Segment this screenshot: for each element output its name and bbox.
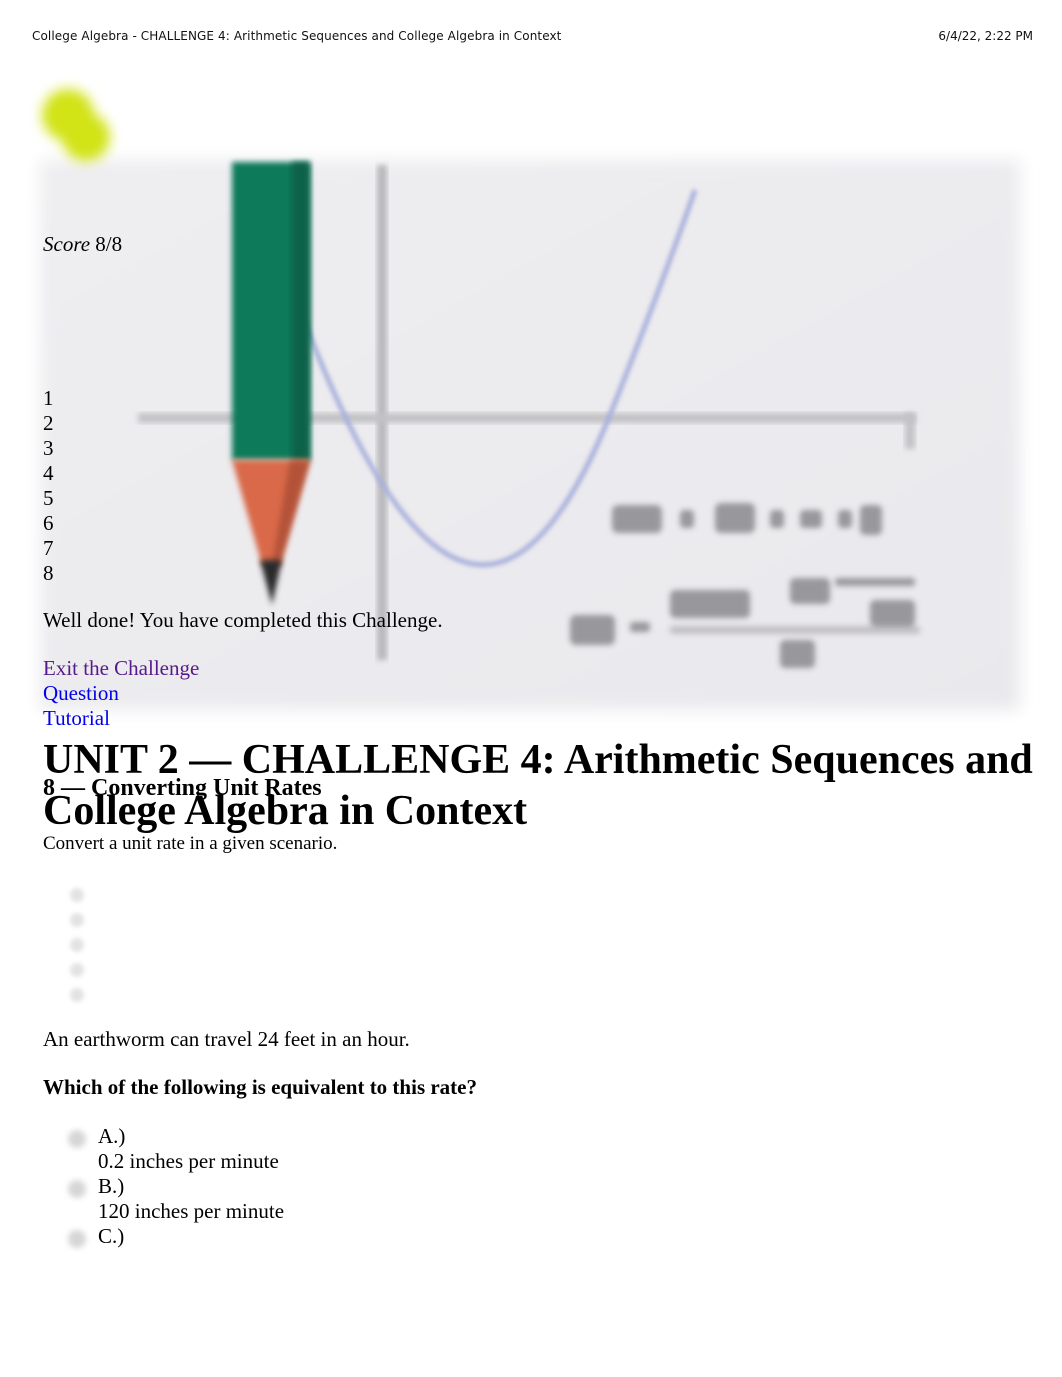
question-number-4[interactable]: 4: [43, 461, 54, 486]
logo-blob-icon: [42, 89, 110, 161]
radio-button[interactable]: [68, 1230, 86, 1248]
option-text: 120 inches per minute: [98, 1199, 285, 1223]
radio-button[interactable]: [68, 1180, 86, 1198]
graph-y-axis: [377, 165, 387, 660]
radio-button[interactable]: [68, 1130, 86, 1148]
progress-dot: [70, 963, 84, 977]
score: Score 8/8: [43, 232, 122, 257]
background-illustration-svg: [40, 89, 1020, 710]
graph-x-axis-end-tick: [905, 413, 915, 449]
score-label: Score: [43, 232, 91, 256]
answer-options: A.) 0.2 inches per minute B.) 120 inches…: [68, 1124, 284, 1249]
question-prompt: Which of the following is equivalent to …: [43, 1075, 477, 1099]
question-number-3[interactable]: 3: [43, 436, 54, 461]
progress-dot: [70, 913, 84, 927]
question-number-2[interactable]: 2: [43, 411, 54, 436]
progress-dot: [70, 888, 84, 902]
question-number-6[interactable]: 6: [43, 511, 54, 536]
option-letter: C.): [98, 1224, 125, 1248]
answer-option-a[interactable]: A.) 0.2 inches per minute: [68, 1124, 284, 1174]
score-value: 8/8: [95, 232, 123, 256]
question-number-5[interactable]: 5: [43, 486, 54, 511]
question-number-8[interactable]: 8: [43, 561, 54, 586]
option-text: 0.2 inches per minute: [98, 1149, 279, 1173]
option-letter: B.): [98, 1174, 125, 1198]
answer-option-c[interactable]: C.): [68, 1224, 284, 1249]
progress-dot: [70, 988, 84, 1002]
option-letter: A.): [98, 1124, 126, 1148]
completion-message: Well done! You have completed this Chall…: [43, 608, 443, 632]
question-link[interactable]: Question: [43, 681, 199, 706]
question-number-7[interactable]: 7: [43, 536, 54, 561]
question-number-1[interactable]: 1: [43, 386, 54, 411]
progress-dots: [70, 888, 84, 1013]
question-number-list: 1 2 3 4 5 6 7 8: [43, 386, 54, 586]
unit-title: UNIT 2 — CHALLENGE 4: Arithmetic Sequenc…: [43, 737, 1033, 834]
exit-challenge-link[interactable]: Exit the Challenge: [43, 656, 199, 681]
progress-dot: [70, 938, 84, 952]
tutorial-link[interactable]: Tutorial: [43, 706, 199, 731]
question-scenario: An earthworm can travel 24 feet in an ho…: [43, 1027, 410, 1051]
background-illustration: [0, 0, 1062, 760]
challenge-links: Exit the Challenge Question Tutorial: [43, 656, 199, 731]
answer-option-b[interactable]: B.) 120 inches per minute: [68, 1174, 284, 1224]
